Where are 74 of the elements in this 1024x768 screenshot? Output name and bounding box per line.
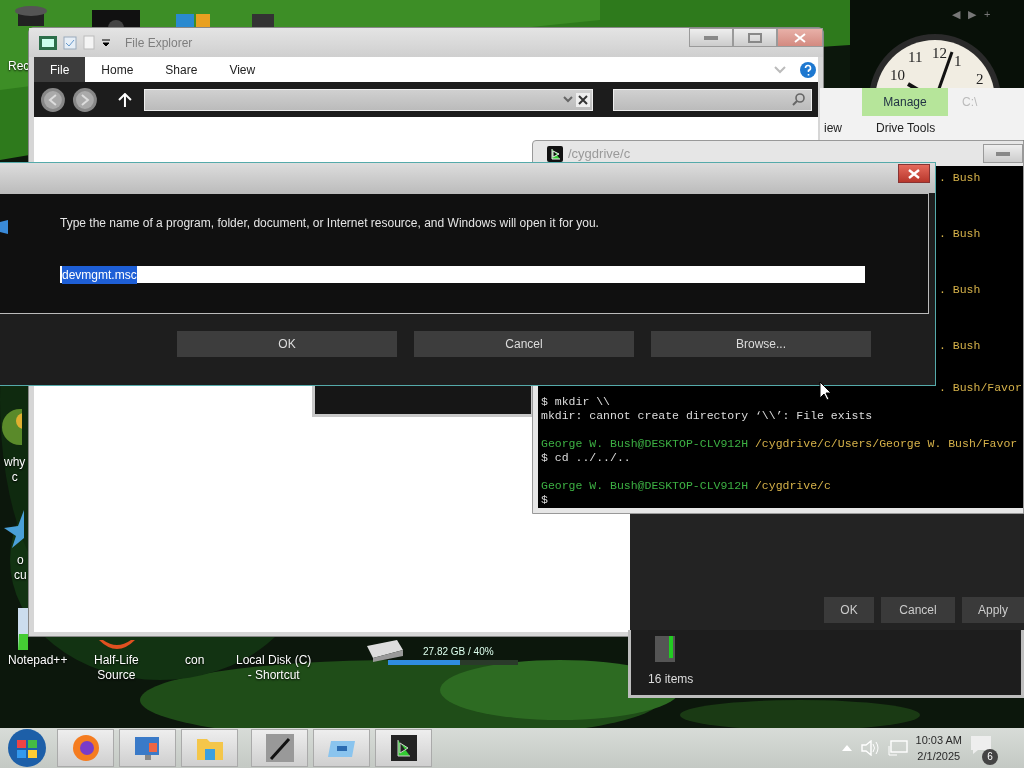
windows-logo-icon [7, 728, 47, 768]
icon-label[interactable]: Local Disk (C) - Shortcut [236, 653, 312, 683]
icon-label[interactable]: con [185, 653, 205, 668]
address-field[interactable] [143, 88, 594, 111]
prompt-path: /cygdrive/c/Users/George W. Bush/Favor [754, 437, 1018, 450]
help-icon[interactable] [800, 61, 816, 78]
ribbon-tab[interactable]: Drive Tools [876, 119, 936, 137]
terminal-line: mkdir: cannot create directory ‘\\’: File exists [541, 409, 873, 422]
prompt-path: /cygdrive/c [754, 479, 831, 492]
up-arrow-icon[interactable] [117, 92, 132, 107]
maximize-button[interactable] [733, 28, 777, 47]
dialog-button[interactable]: Cancel [881, 597, 955, 623]
pen-icon [264, 733, 295, 763]
minimize-button[interactable] [689, 28, 733, 47]
cursor-icon [819, 381, 831, 400]
prompt-user: George W. Bush@DESKTOP-CLV912H [541, 479, 749, 492]
minimize-icon [704, 35, 718, 40]
window-title: /cygdrive/c [568, 144, 631, 163]
item-count: 16 items [648, 671, 694, 688]
ribbon-tab[interactable]: View [213, 57, 272, 82]
back-icon[interactable] [40, 86, 66, 113]
terminal-line: $ mkdir \\ [541, 395, 610, 408]
clock-date[interactable]: 2/1/2025 [915, 748, 962, 764]
terminal-line: . Bush [939, 171, 981, 184]
icon-label[interactable]: o cu [14, 553, 27, 583]
forward-icon[interactable] [71, 86, 98, 113]
dialog-button[interactable]: Cancel [414, 331, 634, 357]
dialog-button[interactable]: OK [824, 597, 874, 623]
gadget-nav-button[interactable]: ◀ [952, 6, 960, 23]
minimize-button[interactable] [983, 144, 1023, 163]
terminal-line: . Bush [939, 339, 981, 352]
taskbar-button[interactable] [375, 729, 432, 767]
terminal-icon [547, 145, 563, 162]
clear-icon[interactable] [576, 92, 591, 107]
terminal-line: . Bush [939, 283, 981, 296]
add-gadget-button[interactable]: + [984, 6, 991, 23]
terminal-line: $ cd ../../.. [541, 451, 631, 464]
dropdown-icon[interactable] [101, 38, 111, 47]
clock-time[interactable]: 10:03 AM [915, 732, 962, 748]
search-field[interactable] [613, 88, 812, 111]
dialog-button[interactable]: Browse... [651, 331, 871, 357]
minimize-icon [996, 151, 1010, 156]
run-icon [0, 220, 8, 234]
icon-label[interactable]: why c [4, 455, 26, 485]
ribbon-tab[interactable]: Manage [862, 88, 948, 116]
icon-label[interactable]: Notepad++ [8, 653, 68, 668]
instruction-text: Type the name of a program, folder, document, or Internet resource, and Windows will open it for you. [60, 215, 600, 232]
ribbon-tab[interactable]: Home [85, 57, 150, 82]
dialog-button[interactable]: Apply [962, 597, 1024, 623]
close-button[interactable] [898, 164, 930, 183]
command-field[interactable]: devmgmt.msc [60, 266, 865, 283]
maximize-icon [748, 32, 762, 43]
ribbon-tab[interactable]: iew [820, 119, 876, 137]
terminal-line: $ [541, 493, 548, 506]
browser-icon [70, 733, 101, 763]
terminal-icon [388, 733, 419, 763]
dialog-button[interactable]: OK [177, 331, 397, 357]
ribbon-tab[interactable]: Share [149, 57, 214, 82]
ribbon-tab[interactable]: File [34, 57, 86, 82]
close-icon [794, 32, 806, 43]
taskbar-button[interactable] [251, 729, 308, 767]
prompt-user: George W. Bush@DESKTOP-CLV912H [541, 437, 749, 450]
icon-label[interactable]: Rec [8, 59, 30, 74]
terminal-line: . Bush [939, 227, 981, 240]
search-icon [792, 93, 805, 106]
selected-text: devmgmt.msc [62, 265, 137, 284]
explorer-icon[interactable] [39, 35, 57, 50]
icon-label[interactable]: Half-Life Source [94, 653, 139, 683]
drive-usage: 27.82 GB / 40% [423, 645, 494, 659]
gadget-nav-button[interactable]: ▶ [968, 6, 976, 23]
window-title: File Explorer [125, 34, 193, 52]
terminal-line: . Bush/Favor [939, 381, 1022, 394]
close-icon [908, 169, 920, 180]
notification-count: 6 [982, 749, 998, 765]
